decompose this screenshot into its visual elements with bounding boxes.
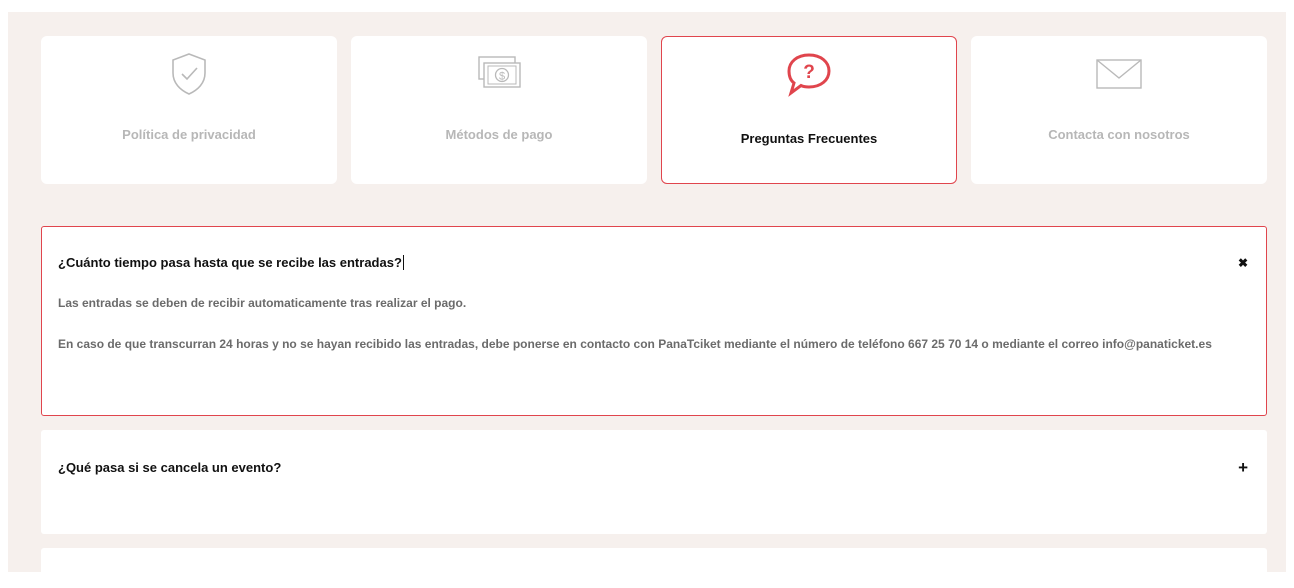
faq-question[interactable]: ¿Qué pasa si se cancela un evento? — [58, 460, 281, 475]
text-cursor — [402, 255, 404, 270]
faq-item[interactable]: ¿Cuánto tiempo pasa hasta que se recibe … — [41, 226, 1267, 416]
envelope-icon — [1089, 49, 1149, 99]
faq-question[interactable]: ¿Cuánto tiempo pasa hasta que se recibe … — [58, 255, 404, 270]
plus-icon[interactable]: + — [1238, 459, 1248, 476]
help-center-panel: Política de privacidad $ Métodos de pago… — [8, 12, 1286, 588]
svg-text:$: $ — [499, 71, 505, 83]
card-label: Métodos de pago — [445, 127, 553, 142]
money-bills-icon: $ — [469, 49, 529, 99]
card-privacy-policy[interactable]: Política de privacidad — [41, 36, 337, 184]
faq-answer-paragraph: En caso de que transcurran 24 horas y no… — [58, 337, 1212, 351]
close-icon[interactable]: ✖ — [1238, 257, 1248, 269]
faq-answer-paragraph: Las entradas se deben de recibir automat… — [58, 296, 467, 310]
card-label: Preguntas Frecuentes — [740, 131, 878, 146]
card-label: Política de privacidad — [122, 127, 256, 142]
shield-check-icon — [159, 49, 219, 99]
card-label: Contacta con nosotros — [1048, 127, 1190, 142]
card-faq[interactable]: ? Preguntas Frecuentes — [661, 36, 957, 184]
question-bubble-icon: ? — [779, 49, 839, 99]
faq-item[interactable] — [41, 548, 1267, 588]
svg-text:?: ? — [803, 62, 815, 83]
faq-item[interactable]: ¿Qué pasa si se cancela un evento? + — [41, 430, 1267, 534]
card-contact[interactable]: Contacta con nosotros — [971, 36, 1267, 184]
card-payment-methods[interactable]: $ Métodos de pago — [351, 36, 647, 184]
